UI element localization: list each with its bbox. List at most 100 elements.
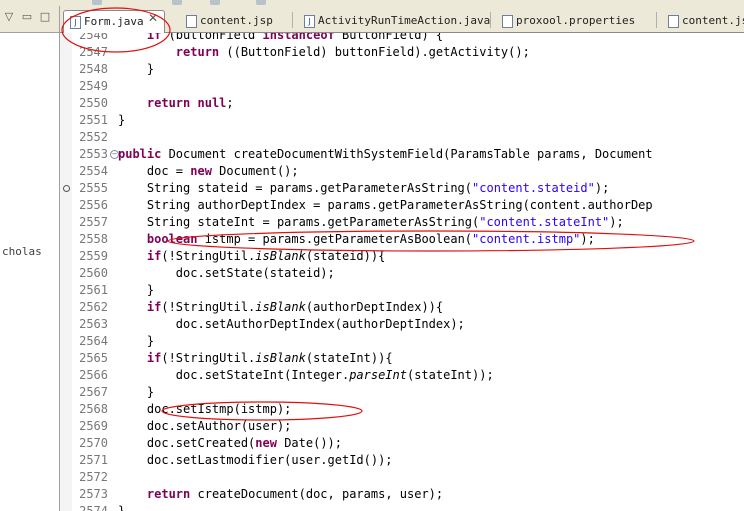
line-number: 2572 — [79, 470, 108, 484]
code-line[interactable]: 2561 } — [60, 282, 744, 299]
code-text[interactable]: doc.setAuthor(user); — [118, 418, 292, 435]
code-line[interactable]: 2564 } — [60, 333, 744, 350]
code-editor[interactable]: 2546 if (buttonField instanceof ButtonFi… — [60, 33, 744, 511]
code-line[interactable]: 2570 doc.setCreated(new Date()); — [60, 435, 744, 452]
line-number: 2553 — [79, 147, 108, 161]
view-menu-icon[interactable]: ▽ — [2, 10, 16, 24]
line-number: 2562 — [79, 300, 108, 314]
close-icon[interactable]: ✕ — [148, 11, 158, 25]
code-text[interactable]: doc.setIstmp(istmp); — [118, 401, 292, 418]
line-number: 2565 — [79, 351, 108, 365]
code-line[interactable]: 2555 String stateid = params.getParamete… — [60, 180, 744, 197]
minimize-icon[interactable]: ▭ — [20, 10, 34, 24]
toolbar-icon[interactable] — [92, 0, 102, 5]
code-line[interactable]: 2569 doc.setAuthor(user); — [60, 418, 744, 435]
code-line[interactable]: 2571 doc.setLastmodifier(user.getId()); — [60, 452, 744, 469]
code-line[interactable]: 2559 if(!StringUtil.isBlank(stateid)){ — [60, 248, 744, 265]
code-line[interactable]: 2574} — [60, 503, 744, 511]
code-line[interactable]: 2554 doc = new Document(); — [60, 163, 744, 180]
code-line[interactable]: 2551} — [60, 112, 744, 129]
code-text[interactable]: } — [118, 384, 154, 401]
tab-label: content.jsp — [200, 14, 273, 27]
line-number: 2547 — [79, 45, 108, 59]
line-number: 2554 — [79, 164, 108, 178]
code-line[interactable]: 2548 } — [60, 61, 744, 78]
code-text[interactable]: if (buttonField instanceof ButtonField) … — [118, 33, 443, 44]
tree-item[interactable]: cholas — [2, 245, 42, 258]
fold-toggle-icon[interactable]: − — [110, 150, 119, 159]
jsp-file-icon — [668, 15, 679, 28]
code-text[interactable]: } — [118, 282, 154, 299]
code-text[interactable]: if(!StringUtil.isBlank(stateInt)){ — [118, 350, 393, 367]
code-line[interactable]: 2546 if (buttonField instanceof ButtonFi… — [60, 33, 744, 44]
code-text[interactable]: } — [118, 503, 125, 511]
code-text[interactable]: doc.setCreated(new Date()); — [118, 435, 342, 452]
code-line[interactable]: 2547 return ((ButtonField) buttonField).… — [60, 44, 744, 61]
code-line[interactable]: 2556 String authorDeptIndex = params.get… — [60, 197, 744, 214]
tab-label: Form.java — [84, 15, 144, 28]
maximize-icon[interactable]: □ — [38, 10, 52, 24]
package-explorer-header: ▽ ▭ □ — [0, 6, 59, 33]
code-text[interactable]: doc.setState(stateid); — [118, 265, 335, 282]
line-number: 2561 — [79, 283, 108, 297]
code-text[interactable]: return createDocument(doc, params, user)… — [118, 486, 443, 503]
tab-label: proxool.properties — [516, 14, 636, 27]
line-number: 2548 — [79, 62, 108, 76]
tab-form-java[interactable]: J Form.java ✕ — [63, 10, 165, 33]
occurrence-marker-icon — [63, 185, 70, 192]
code-text[interactable]: doc.setLastmodifier(user.getId()); — [118, 452, 393, 469]
java-file-icon: J — [70, 16, 81, 29]
code-text[interactable]: } — [118, 333, 154, 350]
code-text[interactable]: doc.setAuthorDeptIndex(authorDeptIndex); — [118, 316, 465, 333]
tab-content-jsp[interactable]: content.jsp — [180, 10, 292, 32]
line-number: 2557 — [79, 215, 108, 229]
code-line[interactable]: 2572 — [60, 469, 744, 486]
line-number: 2560 — [79, 266, 108, 280]
code-line[interactable]: 2553 public Document createDocumentWithSy… — [60, 146, 744, 163]
line-number: 2558 — [79, 232, 108, 246]
code-line[interactable]: 2568 doc.setIstmp(istmp); — [60, 401, 744, 418]
code-text[interactable]: } — [118, 61, 154, 78]
code-line[interactable]: 2552 — [60, 129, 744, 146]
code-line[interactable]: 2560 doc.setState(stateid); — [60, 265, 744, 282]
code-text[interactable]: boolean istmp = params.getParameterAsBoo… — [118, 231, 595, 248]
code-line[interactable]: 2567 } — [60, 384, 744, 401]
tab-activity-runtime-action[interactable]: J ActivityRunTimeAction.java — [298, 10, 490, 32]
code-text[interactable]: String stateid = params.getParameterAsSt… — [118, 180, 609, 197]
code-line[interactable]: 2573 return createDocument(doc, params, … — [60, 486, 744, 503]
line-number: 2564 — [79, 334, 108, 348]
editor-tab-bar: J Form.java ✕ content.jsp J ActivityRunT… — [60, 6, 744, 33]
code-line[interactable]: 2565 if(!StringUtil.isBlank(stateInt)){ — [60, 350, 744, 367]
line-number: 2569 — [79, 419, 108, 433]
toolbar-icon[interactable] — [172, 0, 182, 5]
properties-file-icon — [502, 15, 513, 28]
code-text[interactable]: String authorDeptIndex = params.getParam… — [118, 197, 653, 214]
code-text[interactable]: doc.setStateInt(Integer.parseInt(stateIn… — [118, 367, 494, 384]
tab-separator — [656, 12, 657, 28]
code-text[interactable]: return null; — [118, 95, 234, 112]
code-line[interactable]: 2566 doc.setStateInt(Integer.parseInt(st… — [60, 367, 744, 384]
code-line[interactable]: 2563 doc.setAuthorDeptIndex(authorDeptIn… — [60, 316, 744, 333]
code-text[interactable]: doc = new Document(); — [118, 163, 299, 180]
tab-content-jsp-2[interactable]: content.jsp — [662, 10, 744, 32]
code-text[interactable]: if(!StringUtil.isBlank(stateid)){ — [118, 248, 385, 265]
toolbar-icon[interactable] — [256, 0, 266, 5]
code-line[interactable]: 2557 String stateInt = params.getParamet… — [60, 214, 744, 231]
code-text[interactable]: public Document createDocumentWithSystem… — [118, 146, 653, 163]
jsp-file-icon — [186, 15, 197, 28]
code-line[interactable]: 2549 — [60, 78, 744, 95]
tab-separator — [292, 12, 293, 28]
code-text[interactable]: if(!StringUtil.isBlank(authorDeptIndex))… — [118, 299, 443, 316]
line-number: 2574 — [79, 504, 108, 511]
tab-proxool-properties[interactable]: proxool.properties — [496, 10, 656, 32]
code-text[interactable]: String stateInt = params.getParameterAsS… — [118, 214, 624, 231]
code-line[interactable]: 2562 if(!StringUtil.isBlank(authorDeptIn… — [60, 299, 744, 316]
line-number: 2552 — [79, 130, 108, 144]
code-text[interactable]: } — [118, 112, 125, 129]
code-line[interactable]: 2558 boolean istmp = params.getParameter… — [60, 231, 744, 248]
line-number: 2551 — [79, 113, 108, 127]
toolbar-icon[interactable] — [210, 0, 220, 5]
line-number: 2571 — [79, 453, 108, 467]
code-text[interactable]: return ((ButtonField) buttonField).getAc… — [118, 44, 530, 61]
code-line[interactable]: 2550 return null; — [60, 95, 744, 112]
